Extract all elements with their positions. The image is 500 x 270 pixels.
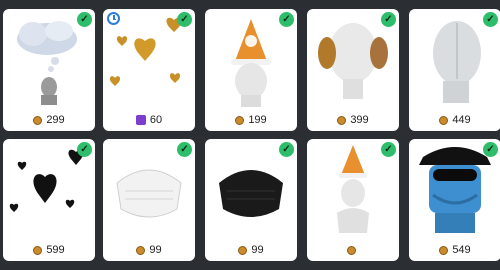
item-card[interactable]: ✓ 549: [409, 139, 500, 261]
coin-icon: [33, 245, 43, 255]
owned-check-icon: ✓: [483, 12, 498, 27]
coin-icon: [238, 245, 248, 255]
owned-check-icon: ✓: [279, 142, 294, 157]
item-card[interactable]: ✓ 399: [307, 9, 399, 131]
owned-check-icon: ✓: [177, 142, 192, 157]
price-label: 99: [149, 244, 162, 256]
coin-icon: [33, 115, 43, 125]
item-card[interactable]: ✓ 99: [205, 139, 297, 261]
price-label: 449: [452, 114, 471, 126]
price-label: 599: [46, 244, 65, 256]
price-tag: 99: [205, 242, 297, 258]
price-label: 199: [248, 114, 267, 126]
price-label: 549: [452, 244, 471, 256]
item-card[interactable]: ✓ 599: [3, 139, 95, 261]
owned-check-icon: ✓: [483, 142, 498, 157]
owned-check-icon: ✓: [177, 12, 192, 27]
price-tag: 60: [103, 112, 195, 128]
price-tag: 299: [3, 112, 95, 128]
coin-icon: [346, 245, 356, 255]
item-card[interactable]: ✓ 60: [103, 9, 195, 131]
gem-icon: [135, 115, 146, 125]
price-tag: 199: [205, 112, 297, 128]
coin-icon: [235, 115, 245, 125]
coin-icon: [136, 245, 146, 255]
owned-check-icon: ✓: [381, 12, 396, 27]
price-tag: 549: [409, 242, 500, 258]
price-tag: 599: [3, 242, 95, 258]
coin-icon: [439, 245, 449, 255]
owned-check-icon: ✓: [381, 142, 396, 157]
price-tag: 99: [103, 242, 195, 258]
price-tag: [307, 242, 399, 258]
item-card[interactable]: ✓ 449: [409, 9, 500, 131]
price-tag: 449: [409, 112, 500, 128]
price-label: 399: [350, 114, 369, 126]
owned-check-icon: ✓: [77, 12, 92, 27]
coin-icon: [337, 115, 347, 125]
limited-time-icon: [107, 12, 120, 25]
price-label: 60: [149, 114, 163, 126]
price-label: 299: [46, 114, 65, 126]
price-label: 99: [251, 244, 264, 256]
owned-check-icon: ✓: [279, 12, 294, 27]
item-card[interactable]: ✓ 99: [103, 139, 195, 261]
coin-icon: [439, 115, 449, 125]
owned-check-icon: ✓: [77, 142, 92, 157]
item-card[interactable]: ✓ 199: [205, 9, 297, 131]
item-card[interactable]: ✓ 299: [3, 9, 95, 131]
item-card[interactable]: ✓: [307, 139, 399, 261]
price-tag: 399: [307, 112, 399, 128]
